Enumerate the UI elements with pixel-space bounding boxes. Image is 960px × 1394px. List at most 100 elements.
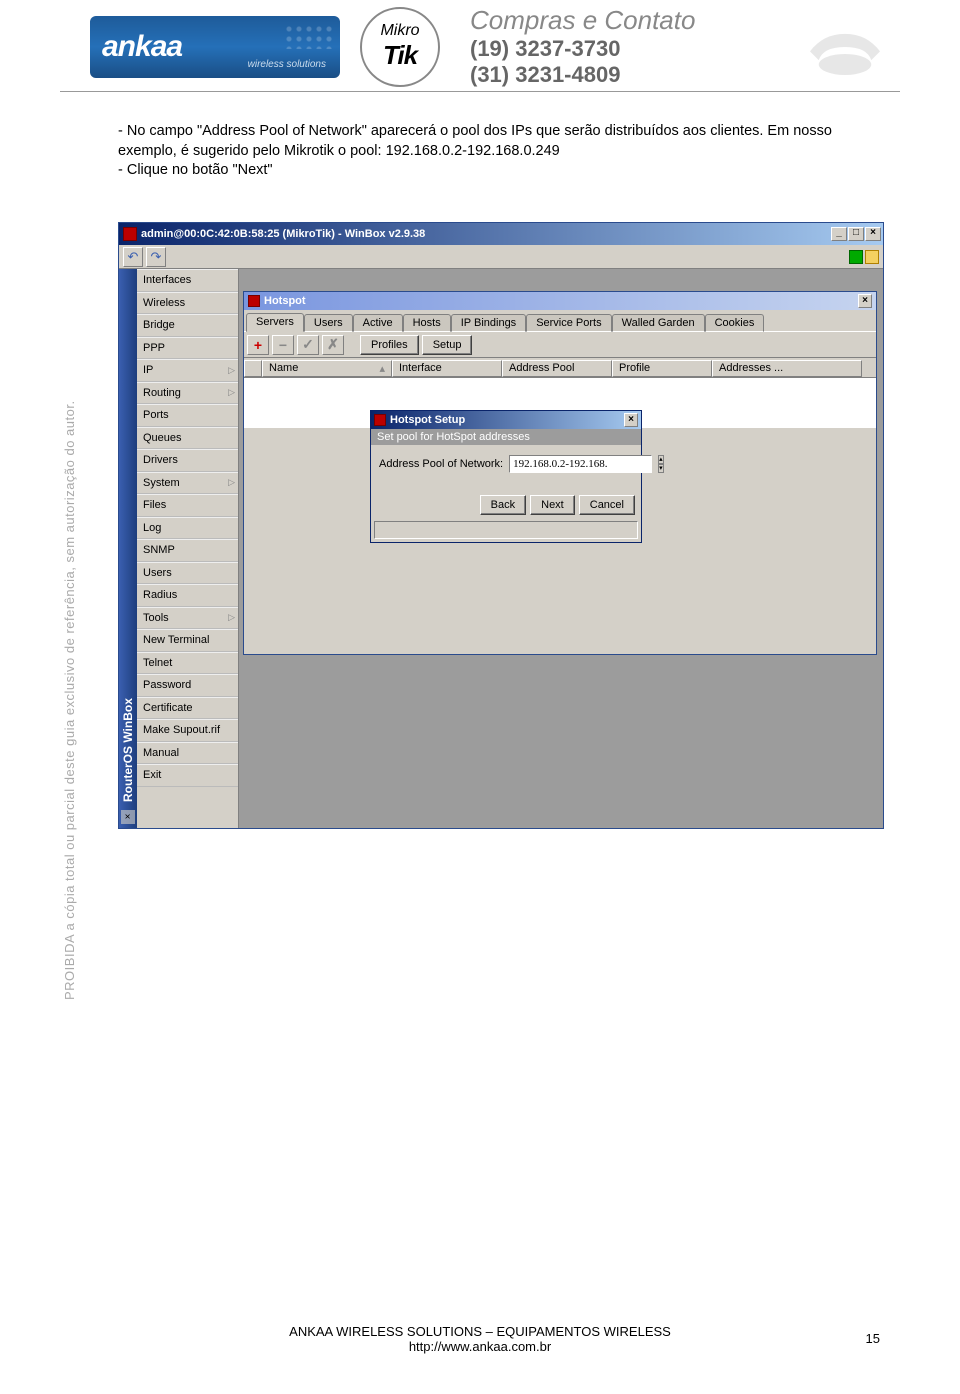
- sidebar-item-files[interactable]: Files: [137, 494, 238, 517]
- add-button[interactable]: +: [247, 335, 269, 355]
- hotspot-window: Hotspot × ServersUsersActiveHostsIP Bind…: [243, 291, 877, 655]
- enable-button[interactable]: ✓: [297, 335, 319, 355]
- column-header-address-pool[interactable]: Address Pool: [502, 360, 612, 377]
- submenu-arrow-icon: ▷: [228, 612, 235, 623]
- sidebar-item-snmp[interactable]: SNMP: [137, 539, 238, 562]
- hotspot-setup-close-button[interactable]: ×: [624, 413, 638, 427]
- contact-block: Compras e Contato (19) 3237-3730 (31) 32…: [470, 5, 780, 89]
- address-pool-label: Address Pool of Network:: [379, 458, 503, 470]
- disable-button[interactable]: ✗: [322, 335, 344, 355]
- hotspot-setup-dialog: Hotspot Setup × Set pool for HotSpot add…: [370, 410, 642, 543]
- submenu-arrow-icon: ▷: [228, 387, 235, 398]
- cancel-button[interactable]: Cancel: [579, 495, 635, 515]
- column-header-profile[interactable]: Profile: [612, 360, 712, 377]
- tab-cookies[interactable]: Cookies: [705, 314, 765, 332]
- tab-servers[interactable]: Servers: [246, 313, 304, 332]
- vertical-tab-close-icon[interactable]: ×: [121, 810, 135, 824]
- remove-button[interactable]: −: [272, 335, 294, 355]
- winbox-title: admin@00:0C:42:0B:58:25 (MikroTik) - Win…: [141, 228, 425, 240]
- back-button[interactable]: Back: [480, 495, 526, 515]
- sidebar-item-routing[interactable]: Routing▷: [137, 382, 238, 405]
- body-paragraph-1: - No campo "Address Pool of Network" apa…: [118, 122, 868, 161]
- sidebar-item-system[interactable]: System▷: [137, 472, 238, 495]
- close-button[interactable]: ×: [865, 227, 881, 241]
- submenu-arrow-icon: ▷: [228, 477, 235, 488]
- tab-hosts[interactable]: Hosts: [403, 314, 451, 332]
- sidebar-item-make-supout-rif[interactable]: Make Supout.rif: [137, 719, 238, 742]
- footer-line-2: http://www.ankaa.com.br: [0, 1339, 960, 1354]
- hotspot-setup-title: Hotspot Setup: [390, 414, 465, 426]
- hotspot-list-header: Name ▴InterfaceAddress PoolProfileAddres…: [244, 360, 876, 378]
- sidebar-item-exit[interactable]: Exit: [137, 764, 238, 787]
- hotspot-setup-icon: [374, 414, 386, 426]
- status-green-indicator: [849, 250, 863, 264]
- profiles-button[interactable]: Profiles: [360, 335, 419, 355]
- submenu-arrow-icon: ▷: [228, 365, 235, 376]
- routeros-vertical-tab[interactable]: × RouterOS WinBox: [119, 269, 137, 828]
- sidebar-menu: InterfacesWirelessBridgePPPIP▷Routing▷Po…: [137, 269, 239, 828]
- tab-service-ports[interactable]: Service Ports: [526, 314, 611, 332]
- sidebar-item-tools[interactable]: Tools▷: [137, 607, 238, 630]
- page-header: ankaa wireless solutions Mikro Tik Compr…: [0, 0, 960, 85]
- column-header-blank: [244, 360, 262, 377]
- hotspot-toolbar: + − ✓ ✗ Profiles Setup: [244, 332, 876, 358]
- hotspot-tabs: ServersUsersActiveHostsIP BindingsServic…: [244, 310, 876, 332]
- body-text: - No campo "Address Pool of Network" apa…: [118, 122, 868, 181]
- hotspot-setup-statusbar: [374, 521, 638, 539]
- sidebar-item-bridge[interactable]: Bridge: [137, 314, 238, 337]
- column-header-addresses-[interactable]: Addresses ...: [712, 360, 862, 377]
- address-pool-spinner[interactable]: ▴▾: [658, 455, 664, 473]
- hotspot-close-button[interactable]: ×: [858, 294, 872, 308]
- phone-icon: [800, 12, 890, 82]
- column-header-name[interactable]: Name ▴: [262, 360, 392, 377]
- sidebar-item-interfaces[interactable]: Interfaces: [137, 269, 238, 292]
- winbox-toolbar: ↶ ↷: [119, 245, 883, 269]
- sidebar-item-ppp[interactable]: PPP: [137, 337, 238, 360]
- sidebar-item-radius[interactable]: Radius: [137, 584, 238, 607]
- sidebar-item-drivers[interactable]: Drivers: [137, 449, 238, 472]
- sidebar-item-users[interactable]: Users: [137, 562, 238, 585]
- sidebar-item-queues[interactable]: Queues: [137, 427, 238, 450]
- sidebar-item-manual[interactable]: Manual: [137, 742, 238, 765]
- minimize-button[interactable]: _: [831, 227, 847, 241]
- sidebar-item-ports[interactable]: Ports: [137, 404, 238, 427]
- setup-button[interactable]: Setup: [422, 335, 473, 355]
- tab-users[interactable]: Users: [304, 314, 353, 332]
- sidebar-item-password[interactable]: Password: [137, 674, 238, 697]
- ankaa-logo: ankaa wireless solutions: [90, 16, 340, 78]
- vertical-tab-label: RouterOS WinBox: [121, 698, 135, 802]
- hotspot-title: Hotspot: [264, 295, 306, 307]
- body-paragraph-2: - Clique no botão "Next": [118, 161, 868, 181]
- sidebar-item-new-terminal[interactable]: New Terminal: [137, 629, 238, 652]
- address-pool-input[interactable]: [509, 455, 652, 473]
- hotspot-window-icon: [248, 295, 260, 307]
- sidebar-item-certificate[interactable]: Certificate: [137, 697, 238, 720]
- sidebar-item-log[interactable]: Log: [137, 517, 238, 540]
- tab-walled-garden[interactable]: Walled Garden: [612, 314, 705, 332]
- footer-line-1: ANKAA WIRELESS SOLUTIONS – EQUIPAMENTOS …: [0, 1324, 960, 1339]
- contact-phone-1: (19) 3237-3730: [470, 36, 780, 62]
- column-header-interface[interactable]: Interface: [392, 360, 502, 377]
- mikrotik-top: Mikro: [380, 22, 419, 40]
- next-button[interactable]: Next: [530, 495, 575, 515]
- redo-button[interactable]: ↷: [146, 247, 166, 267]
- hotspot-setup-titlebar: Hotspot Setup ×: [371, 411, 641, 429]
- copyright-side-note: PROIBIDA a cópia total ou parcial deste …: [62, 140, 78, 1000]
- maximize-button[interactable]: □: [848, 227, 864, 241]
- mikrotik-logo: Mikro Tik: [360, 7, 440, 87]
- contact-title: Compras e Contato: [470, 5, 780, 36]
- sidebar-item-wireless[interactable]: Wireless: [137, 292, 238, 315]
- winbox-window: admin@00:0C:42:0B:58:25 (MikroTik) - Win…: [118, 222, 884, 829]
- hotspot-titlebar: Hotspot ×: [244, 292, 876, 310]
- sidebar-item-ip[interactable]: IP▷: [137, 359, 238, 382]
- undo-button[interactable]: ↶: [123, 247, 143, 267]
- tab-active[interactable]: Active: [353, 314, 403, 332]
- sidebar-item-telnet[interactable]: Telnet: [137, 652, 238, 675]
- winbox-app-icon: [123, 227, 137, 241]
- ankaa-logo-sub: wireless solutions: [248, 59, 326, 70]
- contact-phone-2: (31) 3231-4809: [470, 62, 780, 88]
- page-number: 15: [866, 1331, 880, 1346]
- hotspot-setup-subtitle: Set pool for HotSpot addresses: [371, 429, 641, 445]
- header-rule: [60, 91, 900, 92]
- tab-ip-bindings[interactable]: IP Bindings: [451, 314, 526, 332]
